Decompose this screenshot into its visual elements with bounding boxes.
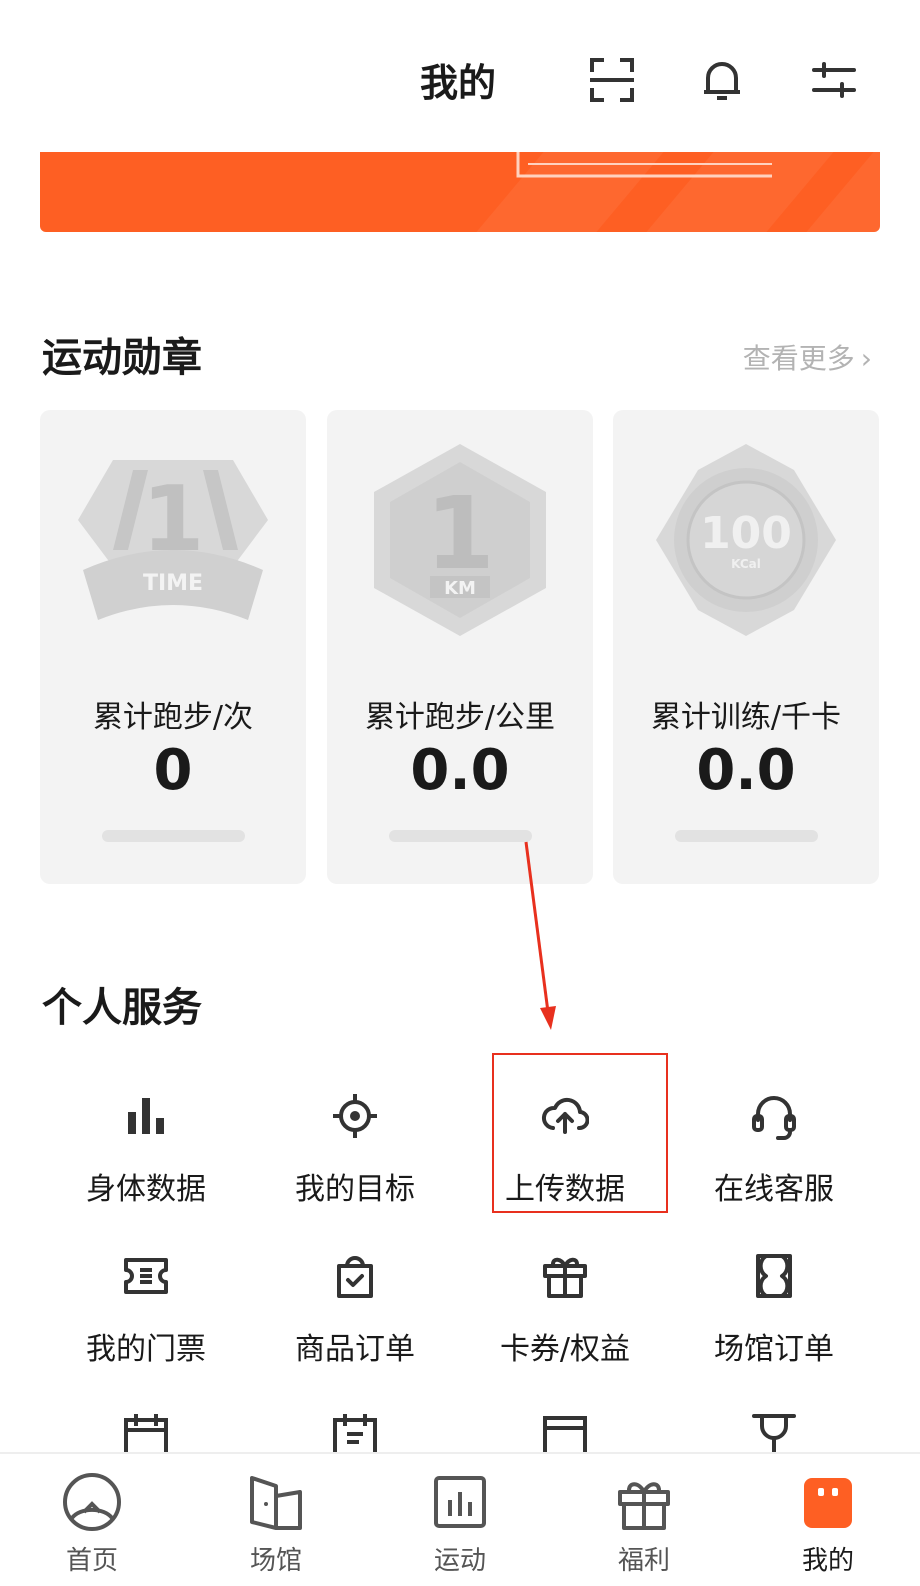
promo-banner[interactable] xyxy=(40,152,880,232)
top-bar: 我的 xyxy=(0,0,920,150)
medal-card-training-kcal[interactable]: 100 KCal 累计训练/千卡 0.0 xyxy=(613,410,879,884)
gift-icon xyxy=(618,1482,670,1530)
annotation-highlight-box xyxy=(492,1053,668,1213)
medal-card-run-count[interactable]: 1 TIME 累计跑步/次 0 xyxy=(40,410,306,884)
kcal-medal-number: 100 xyxy=(700,508,792,559)
target-icon xyxy=(333,1094,377,1138)
view-more-link[interactable]: 查看更多 › xyxy=(743,337,872,377)
venue-order-icon xyxy=(756,1254,792,1298)
medal-progress-bar xyxy=(675,830,818,842)
medal-value: 0 xyxy=(153,738,193,803)
settings-sliders-icon[interactable] xyxy=(810,56,858,104)
kcal-medal-icon: 100 KCal xyxy=(656,444,836,636)
medals-title: 运动勋章 xyxy=(42,335,202,381)
medal-label: 累计跑步/公里 xyxy=(364,700,556,735)
service-label: 我的目标 xyxy=(295,1172,415,1207)
service-customer-support[interactable]: 在线客服 xyxy=(674,1092,874,1232)
service-label: 身体数据 xyxy=(86,1172,206,1207)
services-title: 个人服务 xyxy=(42,985,202,1031)
nav-label: 场馆 xyxy=(249,1546,302,1576)
nav-label: 我的 xyxy=(801,1546,854,1576)
profile-icon xyxy=(804,1478,852,1528)
medal-progress-bar xyxy=(389,830,532,842)
bottom-navigation: 首页 场馆 运动 福利 我的 xyxy=(0,1452,920,1586)
page-title: 我的 xyxy=(420,61,497,105)
medal-card-run-distance[interactable]: 1 KM 累计跑步/公里 0.0 xyxy=(327,410,593,884)
service-label: 在线客服 xyxy=(714,1172,834,1207)
nav-label: 运动 xyxy=(433,1546,486,1576)
service-label: 场馆订单 xyxy=(714,1332,834,1367)
sport-icon xyxy=(434,1476,486,1528)
banner-decoration xyxy=(516,152,772,178)
service-label: 我的门票 xyxy=(86,1332,206,1367)
medal-value: 0.0 xyxy=(696,738,796,803)
card-icon[interactable] xyxy=(541,1412,589,1452)
service-body-data[interactable]: 身体数据 xyxy=(46,1092,246,1232)
service-label: 卡券/权益 xyxy=(499,1332,631,1367)
km-medal-number: 1 xyxy=(425,475,495,592)
medal-label: 累计跑步/次 xyxy=(92,700,254,735)
ticket-icon xyxy=(124,1258,168,1294)
time-medal-text: TIME xyxy=(143,571,203,596)
service-product-orders[interactable]: 商品订单 xyxy=(255,1252,455,1392)
nav-label: 首页 xyxy=(65,1546,118,1576)
nav-benefits[interactable]: 福利 xyxy=(552,1454,736,1586)
shopping-bag-icon xyxy=(337,1256,373,1298)
schedule-icon[interactable] xyxy=(331,1412,379,1452)
headset-icon xyxy=(752,1096,796,1140)
nav-home[interactable]: 首页 xyxy=(0,1454,184,1586)
nav-label: 福利 xyxy=(617,1546,670,1576)
calendar-icon[interactable] xyxy=(122,1412,170,1452)
nav-profile[interactable]: 我的 xyxy=(736,1454,920,1586)
scan-icon[interactable] xyxy=(588,56,636,104)
medal-value: 0.0 xyxy=(410,738,510,803)
service-label: 商品订单 xyxy=(295,1332,415,1367)
nav-venue[interactable]: 场馆 xyxy=(184,1454,368,1586)
kcal-medal-text: KCal xyxy=(731,557,761,571)
time-medal-icon: 1 TIME xyxy=(78,460,268,620)
chevron-right-icon: › xyxy=(860,342,872,375)
km-medal-text: KM xyxy=(444,578,476,599)
service-coupons[interactable]: 卡券/权益 xyxy=(465,1252,665,1392)
bell-icon[interactable] xyxy=(698,56,746,104)
medal-progress-bar xyxy=(102,830,245,842)
gift-icon xyxy=(543,1257,587,1298)
service-my-tickets[interactable]: 我的门票 xyxy=(46,1252,246,1392)
view-more-label: 查看更多 xyxy=(742,342,855,375)
venue-icon xyxy=(250,1476,302,1530)
km-medal-icon: 1 KM xyxy=(374,444,546,636)
service-venue-orders[interactable]: 场馆订单 xyxy=(674,1252,874,1392)
medal-label: 累计训练/千卡 xyxy=(650,700,842,735)
bar-chart-icon xyxy=(128,1098,164,1134)
service-my-goal[interactable]: 我的目标 xyxy=(255,1092,455,1232)
home-icon xyxy=(63,1473,121,1531)
nav-sport[interactable]: 运动 xyxy=(368,1454,552,1586)
trophy-icon[interactable] xyxy=(750,1412,798,1452)
